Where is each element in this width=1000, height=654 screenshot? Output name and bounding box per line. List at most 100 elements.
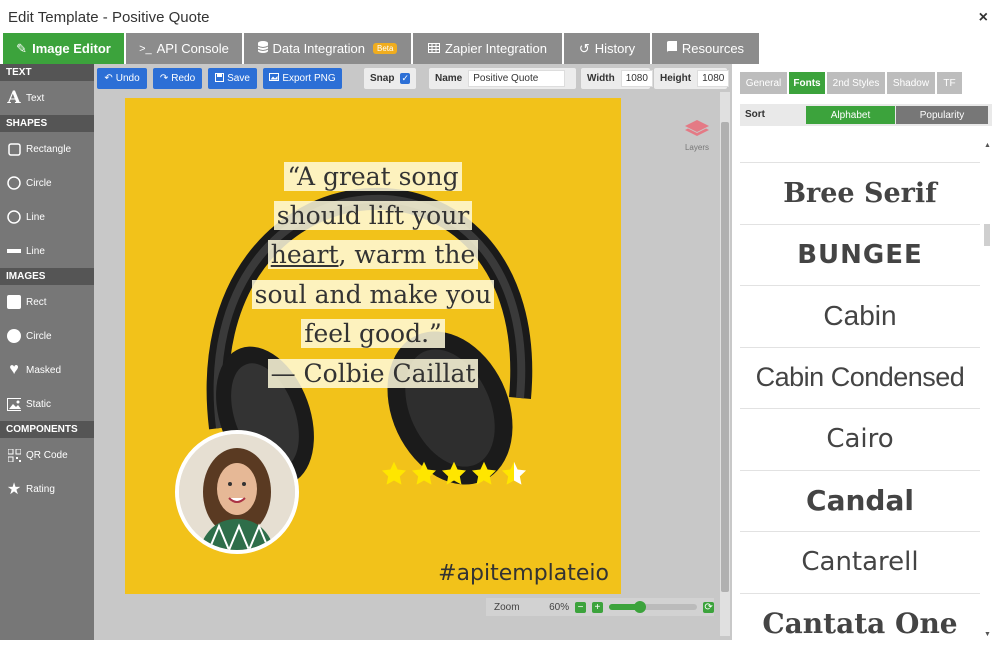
star-icon [380, 460, 408, 488]
history-icon: ↺ [579, 41, 590, 57]
quote-line[interactable]: “A great song [125, 162, 621, 191]
sidebar-item-rating[interactable]: ★ Rating [0, 472, 94, 506]
sidebar-item-image-rect[interactable]: Rect [0, 285, 94, 319]
rating-stars[interactable] [380, 460, 528, 488]
tab-2nd-styles[interactable]: 2nd Styles [827, 72, 885, 94]
canvas-scrollbar[interactable] [720, 92, 730, 636]
sidebar-item-label: Masked [26, 365, 61, 376]
quote-text: should lift your [274, 201, 473, 230]
tab-zapier-integration[interactable]: Zapier Integration [413, 33, 562, 64]
font-item[interactable]: Cabin Condensed [740, 347, 980, 409]
quote-text: “A great song [284, 162, 461, 191]
font-list-scrollbar[interactable]: ▲ ▼ [983, 142, 991, 638]
tab-general[interactable]: General [740, 72, 787, 94]
table-icon [428, 41, 440, 56]
button-label: Redo [171, 73, 195, 84]
star-icon [500, 460, 528, 488]
font-item[interactable]: Cabin [740, 285, 980, 347]
sidebar-item-label: Circle [26, 331, 52, 342]
sidebar-header-shapes: SHAPES [0, 115, 94, 132]
image-icon [7, 397, 21, 411]
button-label: Undo [116, 73, 140, 84]
tab-api-console[interactable]: >_ API Console [126, 33, 242, 64]
save-button[interactable]: Save [208, 68, 257, 89]
undo-button[interactable]: ↶Undo [97, 68, 147, 89]
tab-label: Zapier Integration [445, 41, 547, 56]
zoom-out-button[interactable]: − [575, 602, 586, 613]
height-label: Height [660, 73, 691, 84]
tab-fonts[interactable]: Fonts [789, 72, 825, 94]
zoom-slider[interactable] [609, 604, 697, 610]
pencil-icon: ✎ [16, 41, 27, 57]
qr-code-icon [7, 448, 21, 462]
sidebar-item-line[interactable]: Line [0, 200, 94, 234]
tab-data-integration[interactable]: Data Integration Beta [244, 33, 411, 64]
layers-icon [684, 119, 710, 141]
tab-tf[interactable]: TF [937, 72, 962, 94]
close-icon[interactable]: × [979, 9, 988, 27]
heart-icon: ♥ [7, 363, 21, 377]
text-icon: A [7, 91, 21, 105]
sidebar-item-label: QR Code [26, 450, 68, 461]
scroll-up-icon[interactable]: ▲ [984, 142, 991, 149]
tab-image-editor[interactable]: ✎ Image Editor [3, 33, 124, 64]
zoom-reset-icon[interactable]: ⟳ [703, 602, 714, 613]
height-field-group: Height [654, 68, 727, 89]
star-icon: ★ [7, 482, 21, 496]
scroll-down-icon[interactable]: ▼ [984, 631, 991, 638]
sidebar-item-text[interactable]: A Text [0, 81, 94, 115]
quote-line[interactable]: heart, warm the [125, 240, 621, 269]
width-input[interactable] [621, 70, 653, 87]
tab-label: API Console [157, 41, 229, 56]
scrollbar-thumb[interactable] [984, 224, 990, 246]
tab-label: Image Editor [32, 41, 111, 56]
sidebar-item-label: Line [26, 212, 45, 223]
sidebar-item-qr-code[interactable]: QR Code [0, 438, 94, 472]
sidebar-item-circle[interactable]: Circle [0, 166, 94, 200]
zoom-slider-handle[interactable] [634, 601, 646, 613]
font-item[interactable]: Cairo [740, 408, 980, 470]
name-input[interactable] [468, 70, 565, 87]
hashtag-text[interactable]: #apitemplateio [438, 561, 609, 586]
font-item[interactable]: Cantata One [740, 593, 980, 654]
tab-shadow[interactable]: Shadow [887, 72, 935, 94]
tab-history[interactable]: ↺ History [564, 33, 650, 64]
quote-line[interactable]: should lift your [125, 201, 621, 230]
sidebar-item-label: Rectangle [26, 144, 71, 155]
sidebar-header-images: IMAGES [0, 268, 94, 285]
snap-toggle[interactable]: Snap ✓ [364, 68, 416, 89]
font-item[interactable]: Candal [740, 470, 980, 532]
width-field-group: Width [581, 68, 650, 89]
sidebar-item-image-static[interactable]: Static [0, 387, 94, 421]
quote-line[interactable]: feel good.” [125, 319, 621, 348]
redo-button[interactable]: ↷Redo [153, 68, 202, 89]
snap-checkbox[interactable]: ✓ [400, 73, 410, 84]
underlined-word: heart [271, 240, 339, 269]
quote-line[interactable]: soul and make you [125, 280, 621, 309]
zoom-value: 60% [549, 602, 569, 613]
sidebar-item-image-masked[interactable]: ♥ Masked [0, 353, 94, 387]
export-png-button[interactable]: Export PNG [263, 68, 342, 89]
sidebar-item-line-solid[interactable]: Line [0, 234, 94, 268]
sidebar-item-rectangle[interactable]: Rectangle [0, 132, 94, 166]
sidebar-item-label: Text [26, 93, 44, 104]
sort-alphabet-button[interactable]: Alphabet [806, 106, 895, 124]
font-list: Bree Serif BUNGEE Cabin Cabin Condensed … [740, 162, 980, 654]
tab-label: History [595, 41, 635, 56]
width-label: Width [587, 73, 615, 84]
quote-author[interactable]: — Colbie Caillat [125, 359, 621, 388]
height-input[interactable] [697, 70, 729, 87]
font-item[interactable]: Cantarell [740, 531, 980, 593]
sidebar-item-image-circle[interactable]: Circle [0, 319, 94, 353]
avatar-image[interactable] [175, 430, 299, 554]
font-item[interactable]: BUNGEE [740, 224, 980, 286]
zoom-in-button[interactable]: + [592, 602, 603, 613]
name-label: Name [435, 73, 462, 84]
circle-outline-icon [7, 176, 21, 190]
layers-button[interactable]: Layers [682, 119, 712, 152]
tab-resources[interactable]: Resources [652, 33, 759, 64]
font-item[interactable]: Bree Serif [740, 162, 980, 224]
sort-popularity-button[interactable]: Popularity [896, 106, 988, 124]
scrollbar-thumb[interactable] [721, 122, 729, 592]
design-canvas[interactable]: “A great song should lift your heart, wa… [125, 98, 621, 594]
